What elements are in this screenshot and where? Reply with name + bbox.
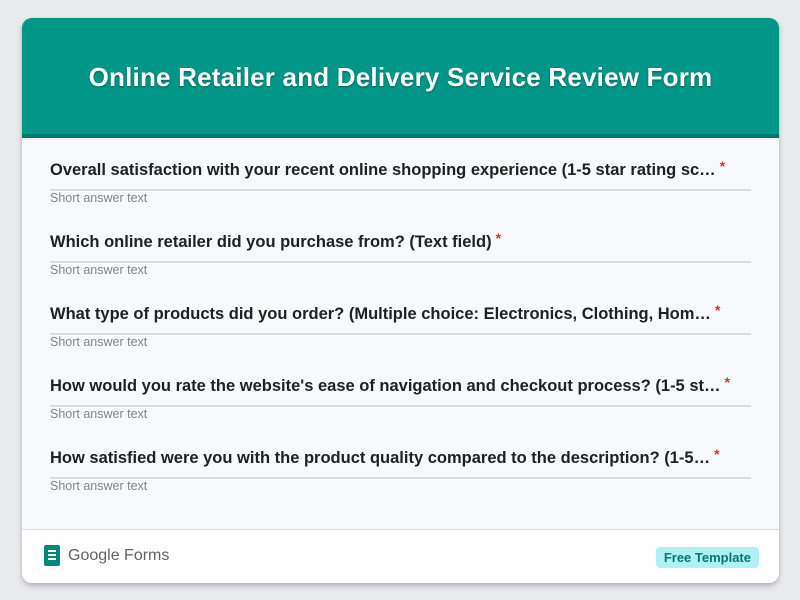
question-4-header: How would you rate the website's ease of… xyxy=(50,374,751,396)
google-forms-icon xyxy=(44,545,60,566)
question-4-answer-input[interactable]: Short answer text xyxy=(50,407,147,421)
required-asterisk: * xyxy=(495,230,502,246)
form-title: Online Retailer and Delivery Service Rev… xyxy=(88,61,713,92)
question-3: What type of products did you order? (Mu… xyxy=(50,282,751,354)
question-5-answer-input[interactable]: Short answer text xyxy=(50,479,147,493)
required-asterisk: * xyxy=(719,158,726,174)
question-4: How would you rate the website's ease of… xyxy=(50,354,751,426)
form-footer: Google Forms Free Template xyxy=(22,529,779,583)
question-2-header: Which online retailer did you purchase f… xyxy=(50,230,751,252)
answer-underline xyxy=(50,405,751,407)
answer-underline xyxy=(50,477,751,479)
question-3-answer-input[interactable]: Short answer text xyxy=(50,335,147,349)
question-4-text: How would you rate the website's ease of… xyxy=(50,377,721,395)
question-1-text: Overall satisfaction with your recent on… xyxy=(50,161,716,179)
question-1-answer-input[interactable]: Short answer text xyxy=(50,191,147,205)
question-2: Which online retailer did you purchase f… xyxy=(50,210,751,282)
question-5: How satisfied were you with the product … xyxy=(50,426,751,498)
question-3-text: What type of products did you order? (Mu… xyxy=(50,305,711,323)
required-asterisk: * xyxy=(714,446,720,462)
question-list: Overall satisfaction with your recent on… xyxy=(50,138,751,498)
form-card: Online Retailer and Delivery Service Rev… xyxy=(22,18,779,583)
question-5-text: How satisfied were you with the product … xyxy=(50,449,711,467)
required-asterisk: * xyxy=(724,374,730,390)
required-asterisk: * xyxy=(714,302,721,318)
question-2-text: Which online retailer did you purchase f… xyxy=(50,233,492,251)
answer-underline xyxy=(50,333,751,335)
question-1: Overall satisfaction with your recent on… xyxy=(50,138,751,210)
question-2-answer-input[interactable]: Short answer text xyxy=(50,263,147,277)
question-1-header: Overall satisfaction with your recent on… xyxy=(50,158,751,180)
answer-underline xyxy=(50,261,751,263)
free-template-badge: Free Template xyxy=(655,547,759,568)
google-forms-brand: Google Forms xyxy=(44,545,169,566)
form-header: Online Retailer and Delivery Service Rev… xyxy=(22,18,779,138)
brand-name: Google Forms xyxy=(68,546,170,564)
answer-underline xyxy=(50,189,751,191)
question-5-header: How satisfied were you with the product … xyxy=(50,446,751,468)
question-3-header: What type of products did you order? (Mu… xyxy=(50,302,751,324)
